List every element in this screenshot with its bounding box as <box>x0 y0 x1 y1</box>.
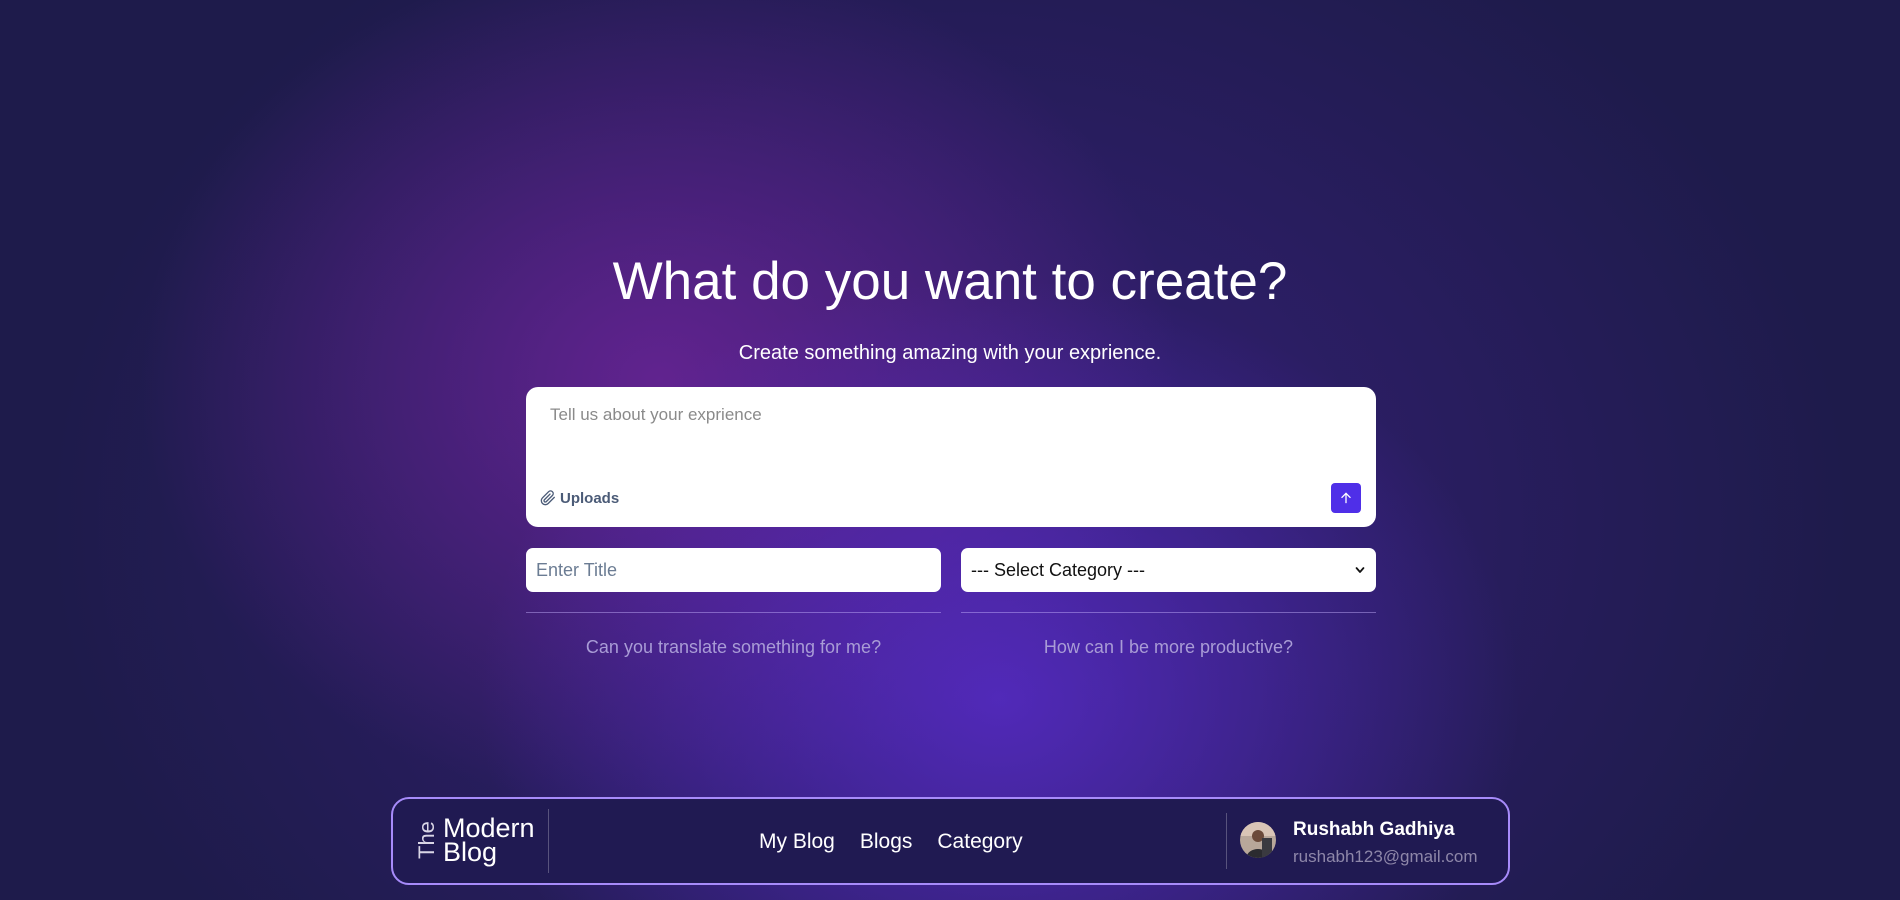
category-select[interactable]: --- Select Category --- <box>961 548 1376 592</box>
nav-link-blogs[interactable]: Blogs <box>860 829 913 855</box>
nav-divider <box>548 809 549 873</box>
nav-divider <box>1226 813 1227 869</box>
page-subtitle: Create something amazing with your expri… <box>738 342 1162 364</box>
uploads-button[interactable]: Uploads <box>540 487 619 509</box>
page-title: What do you want to create? <box>612 252 1288 311</box>
category-select-value: --- Select Category --- <box>971 559 1146 580</box>
experience-textarea[interactable] <box>550 405 1350 465</box>
divider <box>961 612 1376 613</box>
divider <box>526 612 941 613</box>
logo[interactable]: The Modern Blog <box>417 813 537 869</box>
experience-composer: Uploads <box>526 387 1376 527</box>
nav-link-my-blog[interactable]: My Blog <box>759 829 835 855</box>
title-input[interactable] <box>526 548 941 592</box>
logo-the-vertical: The <box>417 821 439 859</box>
avatar-image <box>1240 822 1276 858</box>
nav-links: My Blog Blogs Category <box>759 829 1023 855</box>
uploads-label: Uploads <box>560 489 620 507</box>
suggestion-translate[interactable]: Can you translate something for me? <box>526 634 941 660</box>
paperclip-icon <box>540 490 555 506</box>
nav-link-category[interactable]: Category <box>937 829 1022 855</box>
logo-the-text: The <box>417 821 439 859</box>
avatar[interactable] <box>1240 822 1276 858</box>
user-name: Rushabh Gadhiya <box>1293 819 1455 840</box>
user-email: rushabh123@gmail.com <box>1293 847 1478 866</box>
logo-blog: Blog <box>443 837 498 867</box>
chevron-down-icon <box>1355 567 1365 573</box>
arrow-up-icon <box>1341 492 1351 504</box>
send-button[interactable] <box>1331 483 1361 513</box>
suggestion-productive[interactable]: How can I be more productive? <box>961 634 1376 660</box>
bottom-navbar: The Modern Blog My Blog Blogs Category R… <box>391 797 1510 885</box>
